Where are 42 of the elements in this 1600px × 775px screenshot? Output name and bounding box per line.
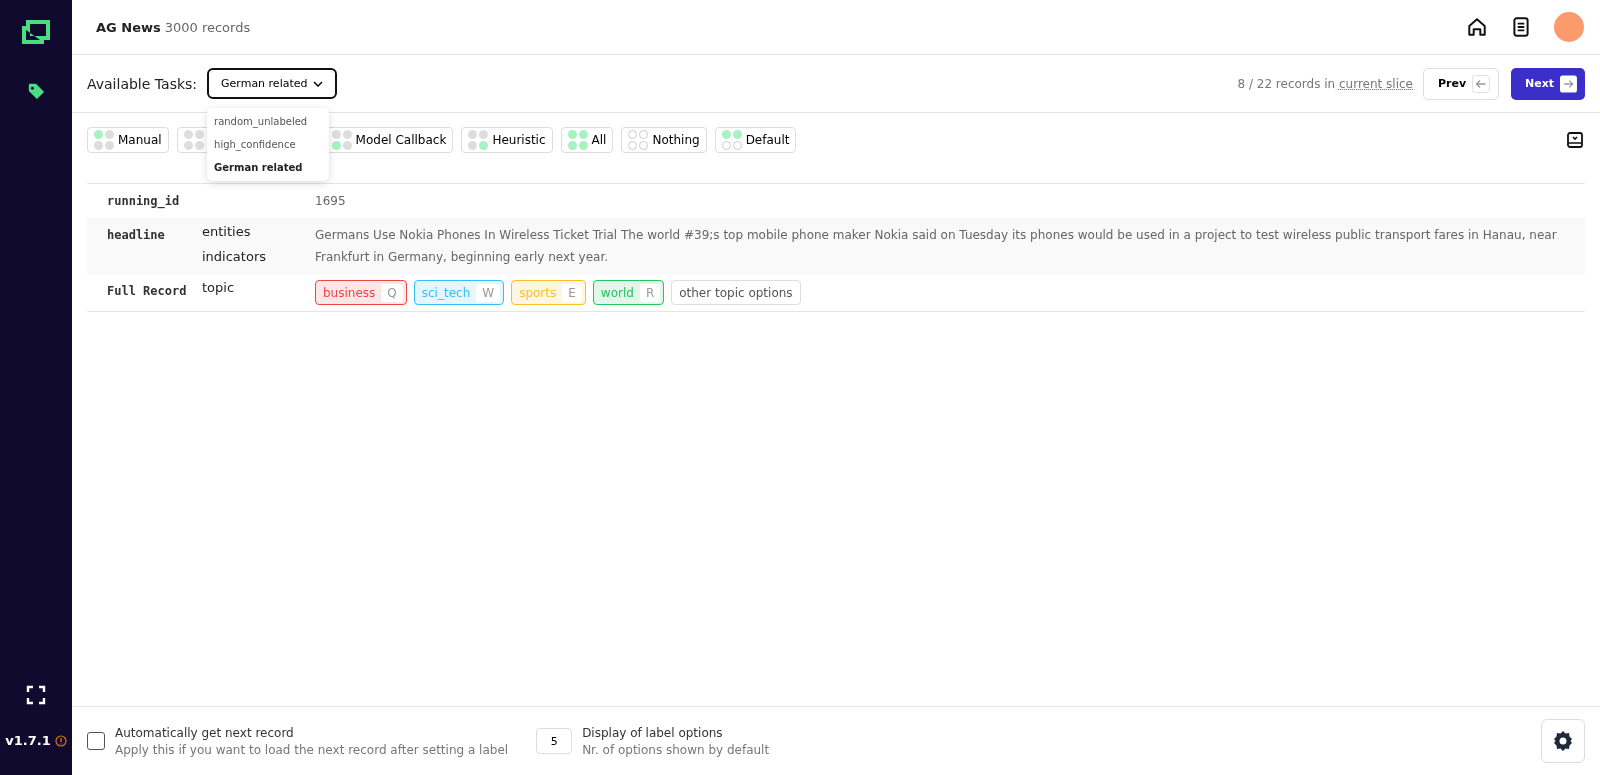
filter-chip[interactable]: Manual [87,127,169,153]
task-name: indicators [202,249,267,264]
task-dropdown[interactable]: German related [207,68,337,99]
version-label: v1.7.1 [5,733,51,748]
logo-icon[interactable] [20,18,52,46]
info-icon[interactable] [54,734,67,747]
settings-button[interactable] [1541,719,1585,763]
field-value: 1695 [315,194,346,208]
project-title: AG News [96,19,161,35]
caret-icon [312,80,323,87]
task-name: entities [202,224,252,239]
filter-chip[interactable]: Default [714,127,797,153]
collapse-icon[interactable] [1565,130,1585,150]
auto-next-checkbox[interactable] [87,732,105,750]
fullscreen-icon[interactable] [26,685,46,705]
prev-button[interactable]: Prev [1423,67,1499,100]
tag-icon[interactable] [27,82,45,100]
filter-chip[interactable]: All [560,127,614,153]
field-name: running_id [107,193,181,211]
filter-chip[interactable]: Nothing [621,127,707,153]
setting-title: Display of label options [582,725,724,740]
field-value: Germans Use Nokia Phones In Wireless Ticket Trial The world #39;s top mobile phone maker Nokia said on Tuesday its phones would be used in a project to test wireless public transport fares in Hanau, near Frankfurt in Germany, beginning early next year. [315,228,1557,264]
arrow-left-icon [1472,73,1490,94]
setting-title: Automatically get next record [115,725,295,740]
more-options-button[interactable]: other topic options [671,280,801,305]
options-count-field[interactable]: 5 [536,728,573,754]
setting-hint: Nr. of options shown by default [582,742,770,757]
tasks-label: Available Tasks: [87,75,198,92]
setting-hint: Apply this if you want to load the next record after setting a label [115,742,509,757]
progress-text: 8 / 22 records in current slice [1237,76,1413,91]
field-name: Full Record [107,283,188,300]
filter-chip[interactable]: Heuristic [461,127,553,153]
next-button[interactable]: Next [1511,67,1585,100]
home-icon[interactable] [1466,16,1488,38]
task-name: topic [202,280,236,295]
arrow-right-icon [1560,73,1577,94]
settings-icon [1551,729,1575,753]
field-name: headline [107,227,166,244]
record-count: 3000 records [164,19,251,35]
document-icon[interactable] [1510,16,1532,38]
menu-item[interactable]: German related [207,156,330,179]
slice-link[interactable]: current slice [1339,76,1413,91]
